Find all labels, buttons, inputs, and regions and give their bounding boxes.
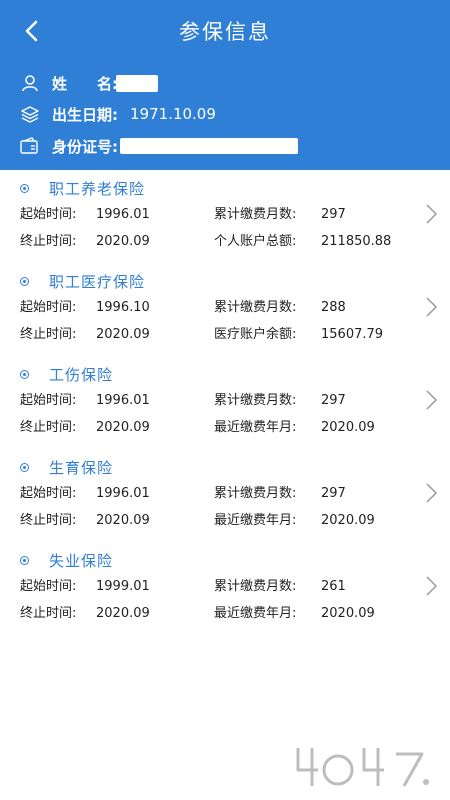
months-label: 累计缴费月数:	[214, 393, 297, 408]
section-header: 失业保险	[20, 548, 113, 572]
chevron-right-icon	[426, 576, 438, 596]
months-value: 297	[321, 393, 346, 408]
end-value: 2020.09	[96, 327, 150, 342]
end-value: 2020.09	[96, 234, 150, 249]
extra-value: 15607.79	[321, 327, 384, 342]
dob-row: 出生日期: 1971.10.09	[20, 101, 216, 127]
extra-value: 211850.88	[321, 234, 392, 249]
start-label: 起始时间:	[20, 207, 77, 222]
chevron-right-icon	[426, 297, 438, 317]
end-label: 终止时间:	[20, 513, 77, 528]
start-value: 1999.01	[96, 579, 150, 594]
extra-label: 个人账户总额:	[214, 234, 297, 249]
extra-label: 最近缴费年月:	[214, 513, 297, 528]
months-label: 累计缴费月数:	[214, 207, 297, 222]
pension-insurance-item[interactable]: 职工养老保险 起始时间: 1996.01 累计缴费月数: 297 终止时间: 2…	[0, 176, 450, 269]
section-header: 生育保险	[20, 455, 113, 479]
start-label: 起始时间:	[20, 393, 77, 408]
end-value: 2020.09	[96, 513, 150, 528]
bullet-icon	[20, 276, 29, 286]
layers-icon	[20, 104, 40, 124]
user-icon	[20, 73, 40, 93]
start-value: 1996.10	[96, 300, 150, 315]
name-label: 姓 名:	[52, 74, 118, 93]
id-label: 身份证号:	[52, 137, 118, 156]
end-value: 2020.09	[96, 420, 150, 435]
months-value: 261	[321, 579, 346, 594]
chevron-right-icon	[426, 204, 438, 224]
extra-value: 2020.09	[321, 420, 375, 435]
bullet-icon	[20, 555, 29, 565]
months-label: 累计缴费月数:	[214, 300, 297, 315]
section-header: 职工养老保险	[20, 176, 145, 200]
extra-value: 2020.09	[321, 513, 375, 528]
chevron-right-icon	[426, 483, 438, 503]
header-bar: 参保信息 姓 名: 出生日期: 1971.10.09 身份证号:	[0, 0, 450, 170]
section-title: 职工医疗保险	[49, 272, 146, 291]
section-header: 职工医疗保险	[20, 269, 145, 293]
extra-label: 最近缴费年月:	[214, 606, 297, 621]
bullet-icon	[20, 462, 29, 472]
section-title: 工伤保险	[49, 365, 114, 384]
end-label: 终止时间:	[20, 327, 77, 342]
end-value: 2020.09	[96, 606, 150, 621]
end-label: 终止时间:	[20, 234, 77, 249]
months-label: 累计缴费月数:	[214, 486, 297, 501]
months-label: 累计缴费月数:	[214, 579, 297, 594]
start-label: 起始时间:	[20, 486, 77, 501]
medical-insurance-item[interactable]: 职工医疗保险 起始时间: 1996.10 累计缴费月数: 288 终止时间: 2…	[0, 269, 450, 362]
section-title: 生育保险	[49, 458, 114, 477]
months-value: 297	[321, 486, 346, 501]
chevron-right-icon	[426, 390, 438, 410]
dob-label: 出生日期:	[52, 105, 118, 124]
section-title: 失业保险	[49, 551, 114, 570]
id-redacted	[120, 138, 298, 154]
dob-value: 1971.10.09	[130, 105, 216, 123]
work-injury-insurance-item[interactable]: 工伤保险 起始时间: 1996.01 累计缴费月数: 297 终止时间: 202…	[0, 362, 450, 455]
bullet-icon	[20, 369, 29, 379]
start-value: 1996.01	[96, 393, 150, 408]
id-card-icon	[20, 136, 40, 156]
name-row: 姓 名:	[20, 70, 158, 96]
section-title: 职工养老保险	[49, 179, 146, 198]
maternity-insurance-item[interactable]: 生育保险 起始时间: 1996.01 累计缴费月数: 297 终止时间: 202…	[0, 455, 450, 548]
unemployment-insurance-item[interactable]: 失业保险 起始时间: 1999.01 累计缴费月数: 261 终止时间: 202…	[0, 548, 450, 641]
end-label: 终止时间:	[20, 606, 77, 621]
start-value: 1996.01	[96, 207, 150, 222]
extra-label: 医疗账户余额:	[214, 327, 297, 342]
start-label: 起始时间:	[20, 579, 77, 594]
months-value: 288	[321, 300, 346, 315]
page-title: 参保信息	[179, 20, 271, 44]
months-value: 297	[321, 207, 346, 222]
bullet-icon	[20, 183, 29, 193]
section-header: 工伤保险	[20, 362, 113, 386]
id-row: 身份证号:	[20, 133, 298, 159]
extra-label: 最近缴费年月:	[214, 420, 297, 435]
start-value: 1996.01	[96, 486, 150, 501]
top-bar: 参保信息	[0, 0, 450, 62]
name-redacted	[116, 74, 158, 92]
watermark-logo	[296, 748, 429, 787]
extra-value: 2020.09	[321, 606, 375, 621]
start-label: 起始时间:	[20, 300, 77, 315]
end-label: 终止时间:	[20, 420, 77, 435]
